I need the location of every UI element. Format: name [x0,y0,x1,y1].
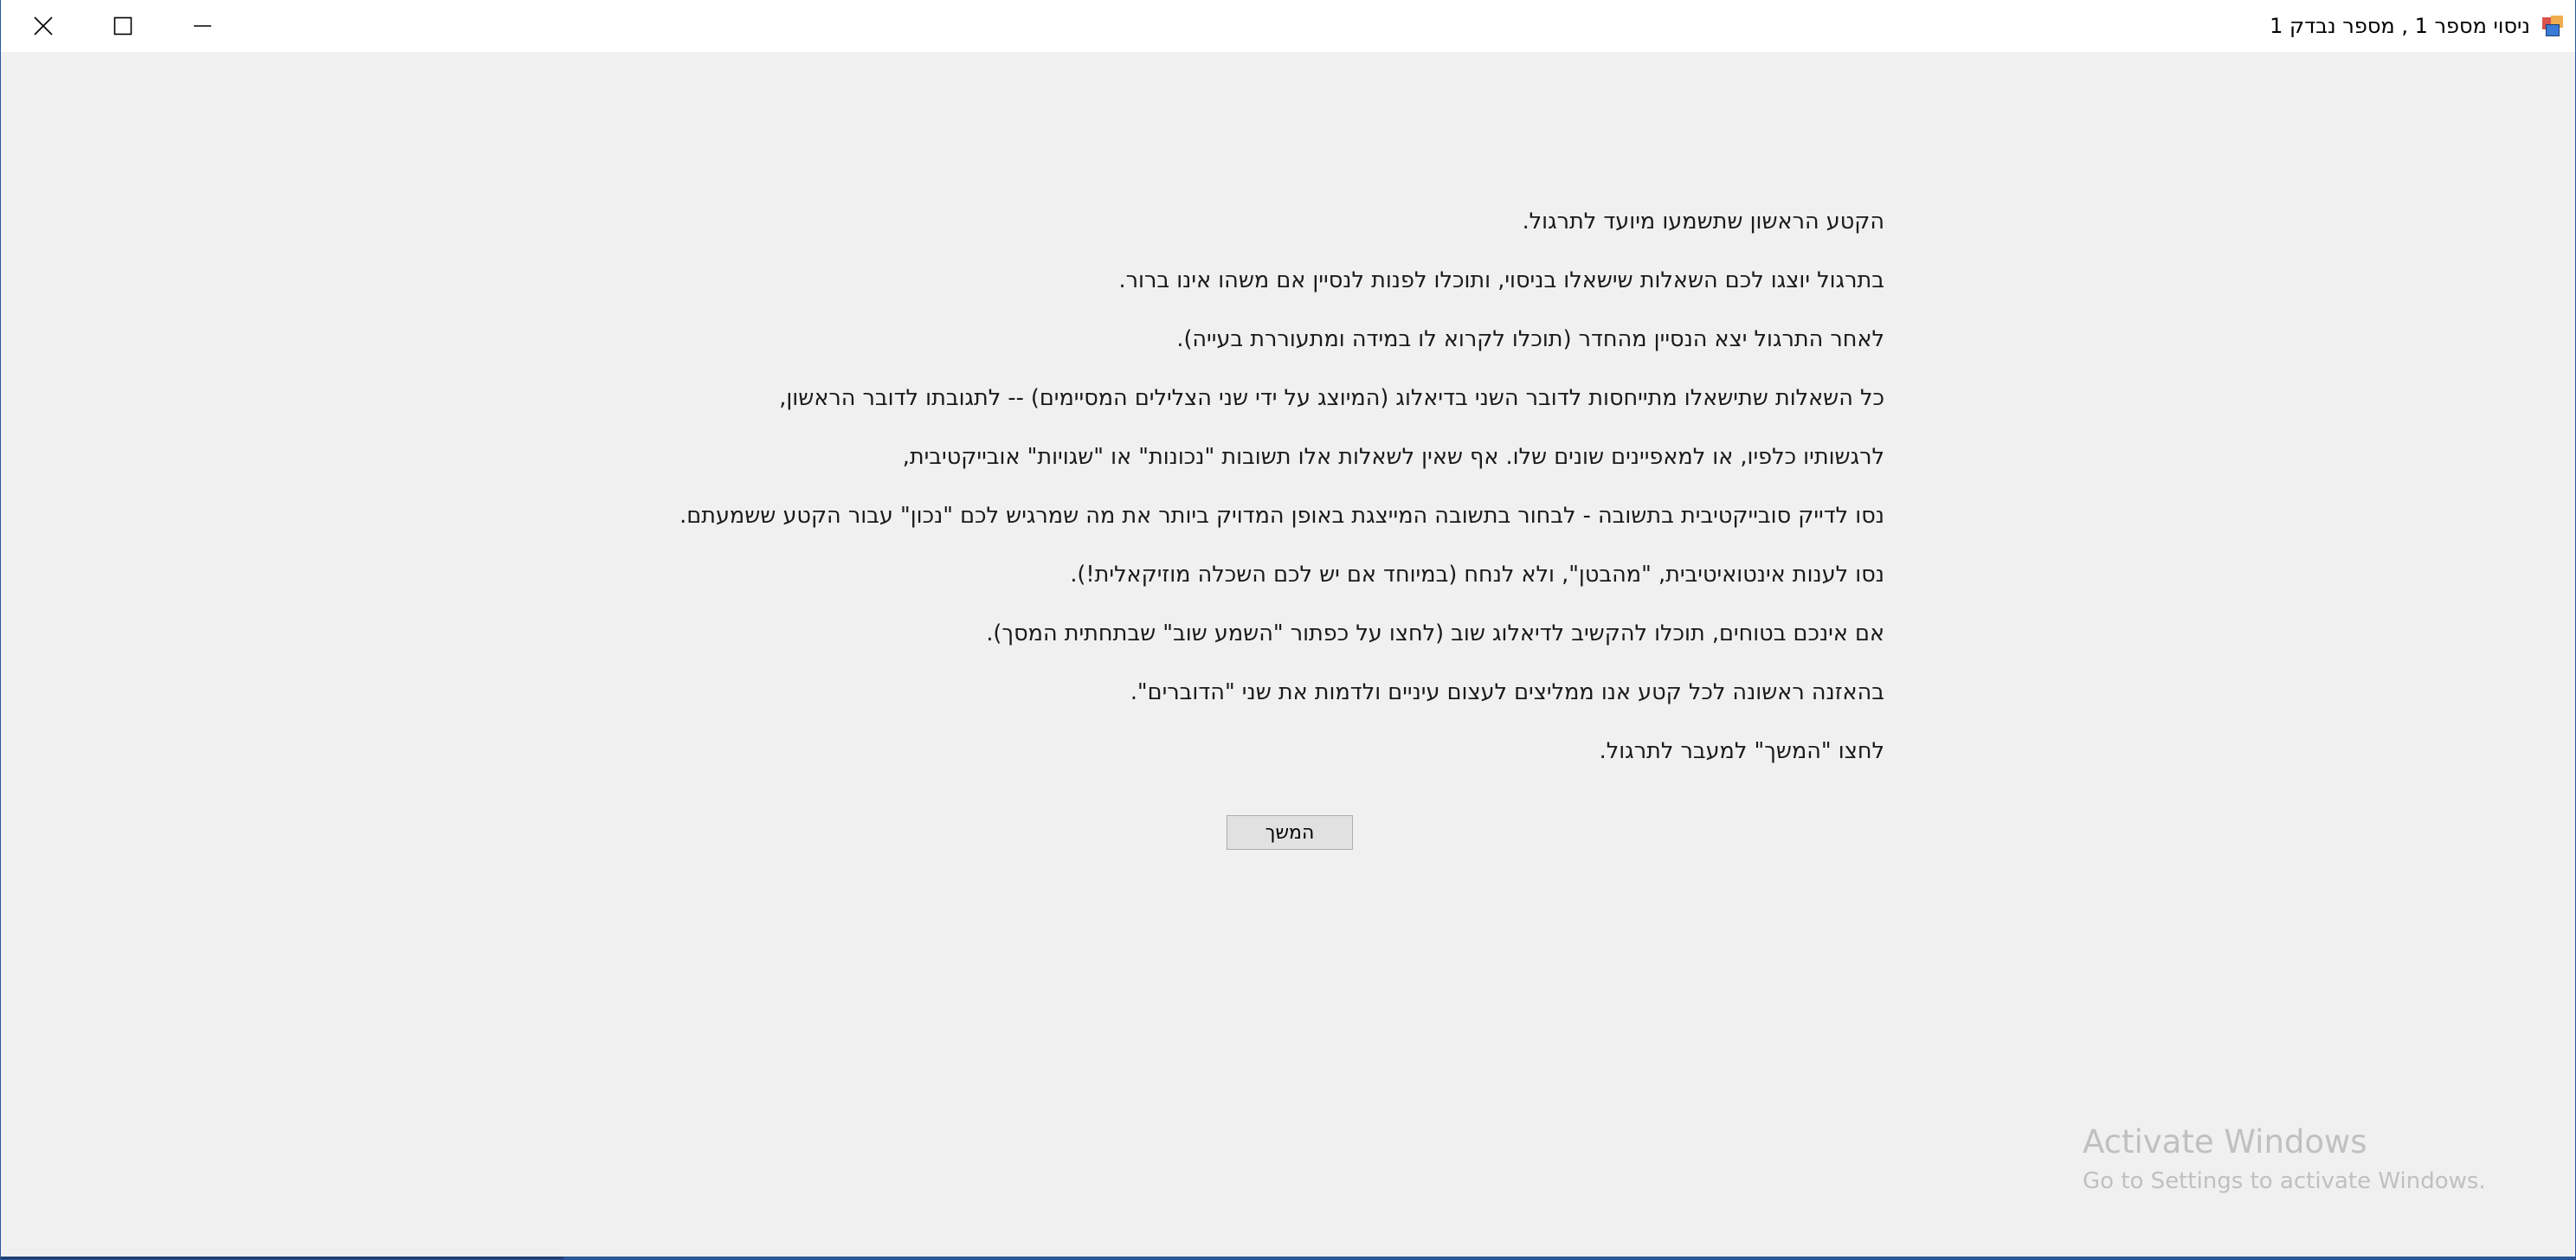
instruction-line: נסו לענות אינטואיטיבית, "מהבטן", ולא לנח… [1070,562,1884,588]
app-window-icon [2541,14,2565,38]
instruction-line: אם אינכם בטוחים, תוכלו להקשיב לדיאלוג שו… [986,620,1884,646]
instruction-line: לחצו "המשך" למעבר לתרגול. [1599,738,1884,764]
title-area: ניסוי מספר 1 , מספר נבדק 1 [2270,0,2565,52]
app-window: ניסוי מספר 1 , מספר נבדק 1 הקטע הראשון ש… [0,0,2576,1260]
window-title: ניסוי מספר 1 , מספר נבדק 1 [2270,14,2530,38]
minimize-button[interactable] [163,0,242,52]
title-bar: ניסוי מספר 1 , מספר נבדק 1 [1,0,2575,52]
instruction-line: כל השאלות שתישאלו מתייחסות לדובר השני בד… [779,385,1884,411]
instruction-line: לאחר התרגול יצא הנסיין מהחדר (תוכלו לקרו… [1176,326,1884,352]
instruction-line: הקטע הראשון שתשמעו מיועד לתרגול. [1522,209,1884,235]
close-icon [33,16,54,36]
window-bottom-border [1,1257,2575,1259]
watermark-subtitle: Go to Settings to activate Windows. [2083,1168,2486,1194]
close-button[interactable] [3,0,83,52]
activate-windows-watermark: Activate Windows Go to Settings to activ… [2083,1121,2486,1199]
continue-button[interactable]: המשך [1227,815,1353,850]
minimize-icon [193,16,212,35]
instruction-line: בהאזנה ראשונה לכל קטע אנו ממליצים לעצום … [1130,679,1884,705]
watermark-title: Activate Windows [2083,1123,2367,1160]
maximize-button[interactable] [83,0,163,52]
instruction-line: לרגשותיו כלפיו, או למאפיינים שונים שלו. … [902,444,1884,470]
maximize-icon [113,16,132,35]
instructions-text: הקטע הראשון שתשמעו מיועד לתרגול. בתרגול … [586,192,1884,781]
instruction-line: בתרגול יוצגו לכם השאלות שישאלו בניסוי, ו… [1118,267,1884,293]
instruction-line: נסו לדייק סובייקטיבית בתשובה - לבחור בתש… [679,503,1884,529]
